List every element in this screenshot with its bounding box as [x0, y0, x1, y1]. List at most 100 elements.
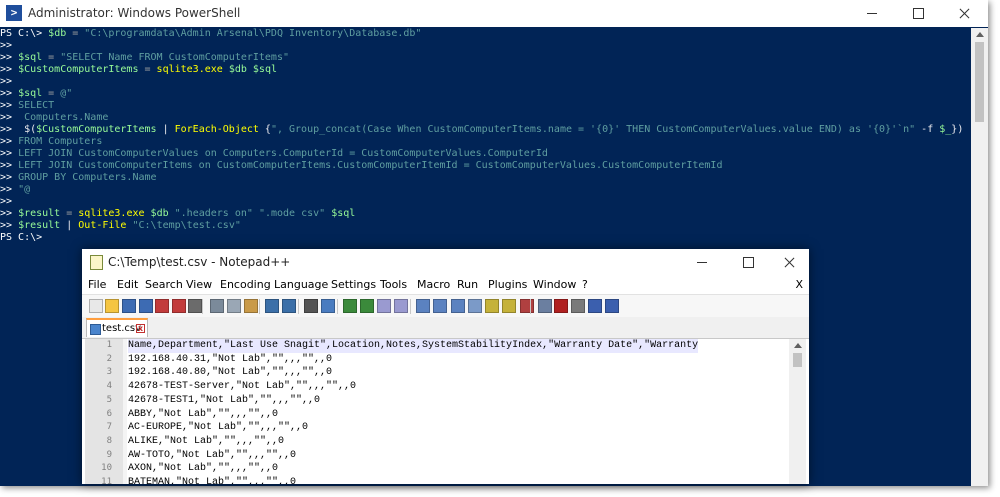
close-all-icon[interactable]: [172, 299, 186, 313]
save-all-icon[interactable]: [139, 299, 153, 313]
editor-line[interactable]: 3 192.168.40.80,"Not Lab","",,,"",,0: [85, 366, 789, 380]
menu-edit[interactable]: Edit: [117, 278, 138, 291]
print-icon[interactable]: [188, 299, 202, 313]
save-macro-icon[interactable]: [605, 299, 619, 313]
editor-line[interactable]: 7 AC-EUROPE,"Not Lab","",,,"",,0: [85, 421, 789, 435]
console-token: Computers.Name: [18, 112, 109, 123]
function-list-icon[interactable]: [485, 299, 499, 313]
maximize-button[interactable]: [725, 249, 771, 275]
cut-icon[interactable]: [210, 299, 224, 313]
sync-v-icon[interactable]: [377, 299, 391, 313]
menu-tools[interactable]: Tools: [380, 278, 407, 291]
menu-help[interactable]: ?: [582, 278, 588, 291]
editor-line[interactable]: 5 42678-TEST1,"Not Lab","",,,"",,0: [85, 394, 789, 408]
undo-icon[interactable]: [265, 299, 279, 313]
editor-line[interactable]: 2 192.168.40.31,"Not Lab","",,,"",,0: [85, 353, 789, 367]
menu-plugins[interactable]: Plugins: [488, 278, 527, 291]
console-token: SELECT: [18, 100, 55, 111]
run-macro-multiple-icon[interactable]: [588, 299, 602, 313]
editor-line[interactable]: 9 AW-TOTO,"Not Lab","",,,"",,0: [85, 449, 789, 463]
close-document-button[interactable]: X: [795, 278, 803, 291]
replace-icon[interactable]: [321, 299, 335, 313]
editor-line[interactable]: 10 AXON,"Not Lab","",,,"",,0: [85, 462, 789, 476]
editor-line[interactable]: 11 BATEMAN,"Not Lab","",,,"",,0: [85, 476, 789, 484]
zoom-in-icon[interactable]: [343, 299, 357, 313]
line-text: AW-TOTO,"Not Lab","",,,"",,0: [128, 449, 297, 461]
new-file-icon[interactable]: [89, 299, 103, 313]
menu-window[interactable]: Window: [533, 278, 576, 291]
console-token: >>: [0, 124, 19, 135]
maximize-button[interactable]: [895, 0, 941, 27]
notepadpp-titlebar[interactable]: C:\Temp\test.csv - Notepad++: [82, 249, 809, 275]
scroll-up-arrow-icon[interactable]: [794, 343, 802, 348]
console-token: $(: [18, 124, 37, 135]
word-wrap-icon[interactable]: [416, 299, 430, 313]
editor-scrollbar[interactable]: [789, 339, 806, 484]
scroll-up-arrow-icon[interactable]: [976, 32, 984, 37]
sync-h-icon[interactable]: [394, 299, 408, 313]
menu-file[interactable]: File: [88, 278, 106, 291]
editor-line[interactable]: 8 ALIKE,"Not Lab","",,,"",,0: [85, 435, 789, 449]
record-macro-icon[interactable]: [538, 299, 552, 313]
tab-test-csv[interactable]: test.csv x: [86, 318, 148, 337]
console-token: >>: [0, 160, 19, 171]
menu-search[interactable]: Search: [145, 278, 183, 291]
console-token: ".mode csv": [258, 208, 326, 219]
indent-guide-icon[interactable]: [451, 299, 465, 313]
play-macro-icon[interactable]: [571, 299, 585, 313]
menu-macro[interactable]: Macro: [417, 278, 450, 291]
show-all-chars-icon[interactable]: [433, 299, 447, 313]
minimize-button[interactable]: [679, 249, 725, 275]
menu-run[interactable]: Run: [457, 278, 478, 291]
console-token: LEFT JOIN CustomComputerItems on CustomC…: [18, 160, 723, 171]
powershell-scrollbar[interactable]: [971, 28, 988, 486]
line-number: 8: [106, 435, 112, 446]
console-token: >>: [0, 40, 13, 51]
menu-encoding[interactable]: Encoding: [220, 278, 271, 291]
notepadpp-title: C:\Temp\test.csv - Notepad++: [108, 255, 291, 269]
find-icon[interactable]: [304, 299, 318, 313]
line-number: 6: [106, 408, 112, 419]
minimize-button[interactable]: [849, 0, 895, 27]
folder-workspace-icon[interactable]: [502, 299, 516, 313]
monitor-icon[interactable]: [520, 299, 534, 313]
menu-language[interactable]: Language: [274, 278, 328, 291]
save-icon[interactable]: [122, 299, 136, 313]
console-token: PS C:\>: [0, 232, 43, 243]
console-token: }): [951, 124, 964, 135]
scroll-thumb[interactable]: [793, 353, 802, 367]
zoom-out-icon[interactable]: [360, 299, 374, 313]
editor-line[interactable]: 1 Name,Department,"Last Use Snagit",Locat…: [85, 339, 789, 353]
menu-view[interactable]: View: [186, 278, 212, 291]
stop-macro-icon[interactable]: [554, 299, 568, 313]
line-number: 7: [106, 422, 112, 433]
console-token: =: [138, 64, 157, 75]
console-token: >>: [0, 76, 13, 87]
console-token: $sql: [252, 64, 277, 75]
menu-settings[interactable]: Settings: [331, 278, 376, 291]
console-line: >> $sql = @": [0, 88, 970, 100]
toolbar-separator: [298, 299, 299, 314]
tab-close-button[interactable]: x: [136, 324, 145, 333]
powershell-titlebar[interactable]: > Administrator: Windows PowerShell: [0, 0, 988, 27]
paste-icon[interactable]: [244, 299, 258, 313]
open-file-icon[interactable]: [105, 299, 119, 313]
console-line: >> FROM Computers: [0, 136, 970, 148]
console-token: >>: [0, 208, 19, 219]
copy-icon[interactable]: [227, 299, 241, 313]
close-icon[interactable]: [155, 299, 169, 313]
redo-icon[interactable]: [282, 299, 296, 313]
close-button[interactable]: [941, 0, 987, 27]
console-token: >>: [0, 112, 19, 123]
editor-line[interactable]: 4 42678-TEST-Server,"Not Lab","",,,"",,0: [85, 380, 789, 394]
editor-line[interactable]: 6 ABBY,"Not Lab","",,,"",,0: [85, 408, 789, 422]
doc-map-icon[interactable]: [468, 299, 482, 313]
line-text: ALIKE,"Not Lab","",,,"",,0: [128, 435, 285, 447]
console-line: >> "@: [0, 184, 970, 196]
console-token: LEFT JOIN CustomComputerValues on Comput…: [18, 148, 548, 159]
line-text: 192.168.40.80,"Not Lab","",,,"",,0: [128, 367, 333, 379]
close-button[interactable]: [766, 249, 809, 275]
editor-area[interactable]: 1 Name,Department,"Last Use Snagit",Locat…: [85, 339, 789, 484]
scroll-thumb[interactable]: [975, 42, 984, 122]
console-token: "C:\programdata\Admin Arsenal\PDQ Invent…: [84, 28, 422, 39]
